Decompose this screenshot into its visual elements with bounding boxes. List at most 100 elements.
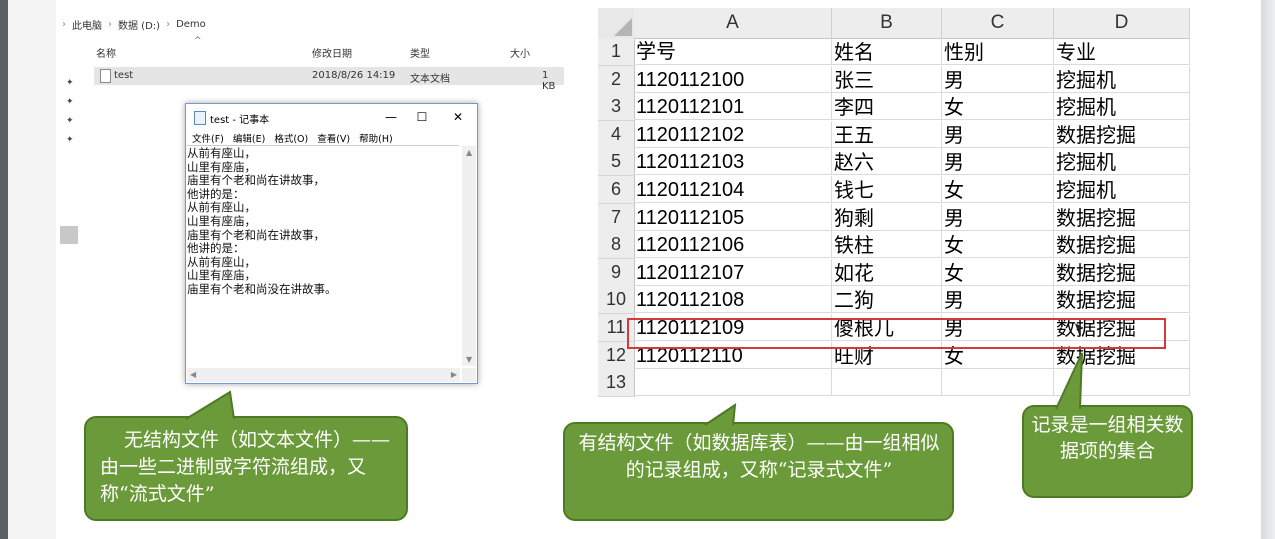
table-cell[interactable]: 男 <box>942 65 1054 93</box>
vertical-scrollbar[interactable]: ▲ ▼ <box>462 146 476 366</box>
table-cell[interactable]: 挖掘机 <box>1054 93 1190 121</box>
menu-format[interactable]: 格式(O) <box>274 131 308 145</box>
column-header-type[interactable]: 类型 <box>410 45 430 60</box>
table-cell[interactable]: 男 <box>942 286 1054 314</box>
select-all-corner[interactable] <box>598 8 635 39</box>
scroll-up-icon[interactable]: ▲ <box>466 148 472 157</box>
table-cell[interactable]: 1120112105 <box>634 203 832 231</box>
notepad-menubar: 文件(F) 编辑(E) 格式(O) 查看(V) 帮助(H) <box>192 131 393 145</box>
table-cell[interactable]: 二狗 <box>832 286 942 314</box>
row-header[interactable]: 8 <box>598 231 635 260</box>
table-cell[interactable]: 1120112102 <box>634 120 832 148</box>
quick-access-pins: ✦ ✦ ✦ ✦ <box>66 78 76 154</box>
file-row[interactable]: test 2018/8/26 14:19 文本文档 1 KB <box>94 67 564 92</box>
table-cell[interactable]: 王五 <box>832 120 942 148</box>
row-header[interactable]: 9 <box>598 258 635 287</box>
row-header[interactable]: 5 <box>598 148 635 177</box>
table-cell[interactable]: 学号 <box>634 38 832 65</box>
table-cell[interactable]: 女 <box>942 231 1054 259</box>
table-cell[interactable]: 女 <box>942 258 1054 286</box>
scroll-left-icon[interactable]: ◀ <box>190 370 196 379</box>
callout-pointer <box>185 390 235 420</box>
column-header-a[interactable]: A <box>634 8 832 39</box>
table-cell[interactable]: 男 <box>942 120 1054 148</box>
menu-edit[interactable]: 编辑(E) <box>233 131 265 145</box>
table-cell[interactable]: 铁柱 <box>832 231 942 259</box>
row-header[interactable]: 7 <box>598 203 635 232</box>
notepad-titlebar[interactable]: test - 记事本 — ☐ ✕ <box>186 104 477 130</box>
pin-icon[interactable]: ✦ <box>66 97 76 107</box>
file-modified: 2018/8/26 14:19 <box>312 70 396 81</box>
column-header-c[interactable]: C <box>942 8 1054 39</box>
maximize-icon[interactable]: ☐ <box>408 108 436 126</box>
resize-grip[interactable] <box>462 368 476 382</box>
pin-icon[interactable]: ✦ <box>66 78 76 88</box>
minimize-icon[interactable]: — <box>377 108 405 126</box>
screen-right-edge <box>1261 0 1275 539</box>
table-cell[interactable]: 如花 <box>832 258 942 286</box>
column-header-modified[interactable]: 修改日期 <box>312 45 352 60</box>
notepad-title: test - 记事本 <box>210 115 270 126</box>
table-cell[interactable]: 数据挖掘 <box>1054 286 1190 314</box>
column-header-size[interactable]: 大小 <box>510 45 530 60</box>
column-header-b[interactable]: B <box>832 8 942 39</box>
scroll-right-icon[interactable]: ▶ <box>451 370 457 379</box>
menu-file[interactable]: 文件(F) <box>192 131 224 145</box>
table-cell[interactable]: 挖掘机 <box>1054 148 1190 176</box>
table-cell[interactable] <box>634 369 832 397</box>
table-cell[interactable]: 女 <box>942 93 1054 121</box>
file-name: test <box>114 70 134 81</box>
table-cell[interactable]: 赵六 <box>832 148 942 176</box>
table-cell[interactable]: 数据挖掘 <box>1054 231 1190 259</box>
table-cell[interactable]: 张三 <box>832 65 942 93</box>
column-header-name[interactable]: 名称 <box>96 45 116 60</box>
row-header[interactable]: 3 <box>598 93 635 122</box>
table-cell[interactable]: 1120112100 <box>634 65 832 93</box>
select-all-triangle-icon <box>614 18 632 36</box>
table-cell[interactable] <box>942 369 1054 397</box>
file-explorer: › 此电脑 › 数据 (D:) › Demo ^ 名称 修改日期 类型 大小 ✦… <box>56 8 564 145</box>
table-cell[interactable]: 1120112101 <box>634 93 832 121</box>
row-header[interactable]: 10 <box>598 286 635 315</box>
table-cell[interactable]: 数据挖掘 <box>1054 203 1190 231</box>
file-size: 1 KB <box>542 70 556 92</box>
table-cell[interactable]: 男 <box>942 148 1054 176</box>
table-cell[interactable]: 1120112103 <box>634 148 832 176</box>
text-line: 他讲的是： <box>187 241 245 256</box>
table-cell[interactable]: 1120112106 <box>634 231 832 259</box>
table-cell[interactable]: 女 <box>942 176 1054 203</box>
horizontal-scrollbar[interactable]: ◀ ▶ <box>187 368 460 382</box>
row-header[interactable]: 13 <box>598 369 635 398</box>
table-cell[interactable]: 狗剩 <box>832 203 942 231</box>
table-cell[interactable]: 数据挖掘 <box>1054 258 1190 286</box>
table-cell[interactable]: 男 <box>942 203 1054 231</box>
table-cell[interactable]: 挖掘机 <box>1054 176 1190 203</box>
table-cell[interactable]: 钱七 <box>832 176 942 203</box>
table-cell[interactable]: 1120112107 <box>634 258 832 286</box>
row-header[interactable]: 1 <box>598 38 635 66</box>
scroll-down-icon[interactable]: ▼ <box>466 355 472 364</box>
close-icon[interactable]: ✕ <box>444 108 472 126</box>
table-cell[interactable]: 挖掘机 <box>1054 65 1190 93</box>
pin-icon[interactable]: ✦ <box>66 135 76 145</box>
breadcrumb-item[interactable]: 数据 (D:) <box>118 17 160 32</box>
table-cell[interactable]: 性别 <box>942 38 1054 65</box>
column-header-d[interactable]: D <box>1054 8 1190 39</box>
row-header[interactable]: 6 <box>598 176 635 204</box>
row-header[interactable]: 2 <box>598 65 635 94</box>
breadcrumb-item[interactable]: 此电脑 <box>72 17 102 32</box>
table-cell[interactable] <box>832 369 942 397</box>
table-cell[interactable]: 1120112104 <box>634 176 832 203</box>
table-cell[interactable]: 专业 <box>1054 38 1190 65</box>
row-header[interactable]: 4 <box>598 120 635 149</box>
table-cell[interactable]: 姓名 <box>832 38 942 65</box>
pin-icon[interactable]: ✦ <box>66 116 76 126</box>
table-cell[interactable]: 数据挖掘 <box>1054 120 1190 148</box>
breadcrumb-item[interactable]: Demo <box>176 19 206 30</box>
table-cell[interactable]: 李四 <box>832 93 942 121</box>
menu-view[interactable]: 查看(V) <box>317 131 350 145</box>
table-cell[interactable]: 1120112108 <box>634 286 832 314</box>
menu-help[interactable]: 帮助(H) <box>359 131 393 145</box>
notepad-text-area[interactable]: 从前有座山， 山里有座庙， 庙里有个老和尚在讲故事， 他讲的是： 从前有座山， 山里有座庙… <box>187 145 459 367</box>
breadcrumb-chevron-icon: › <box>62 19 66 30</box>
